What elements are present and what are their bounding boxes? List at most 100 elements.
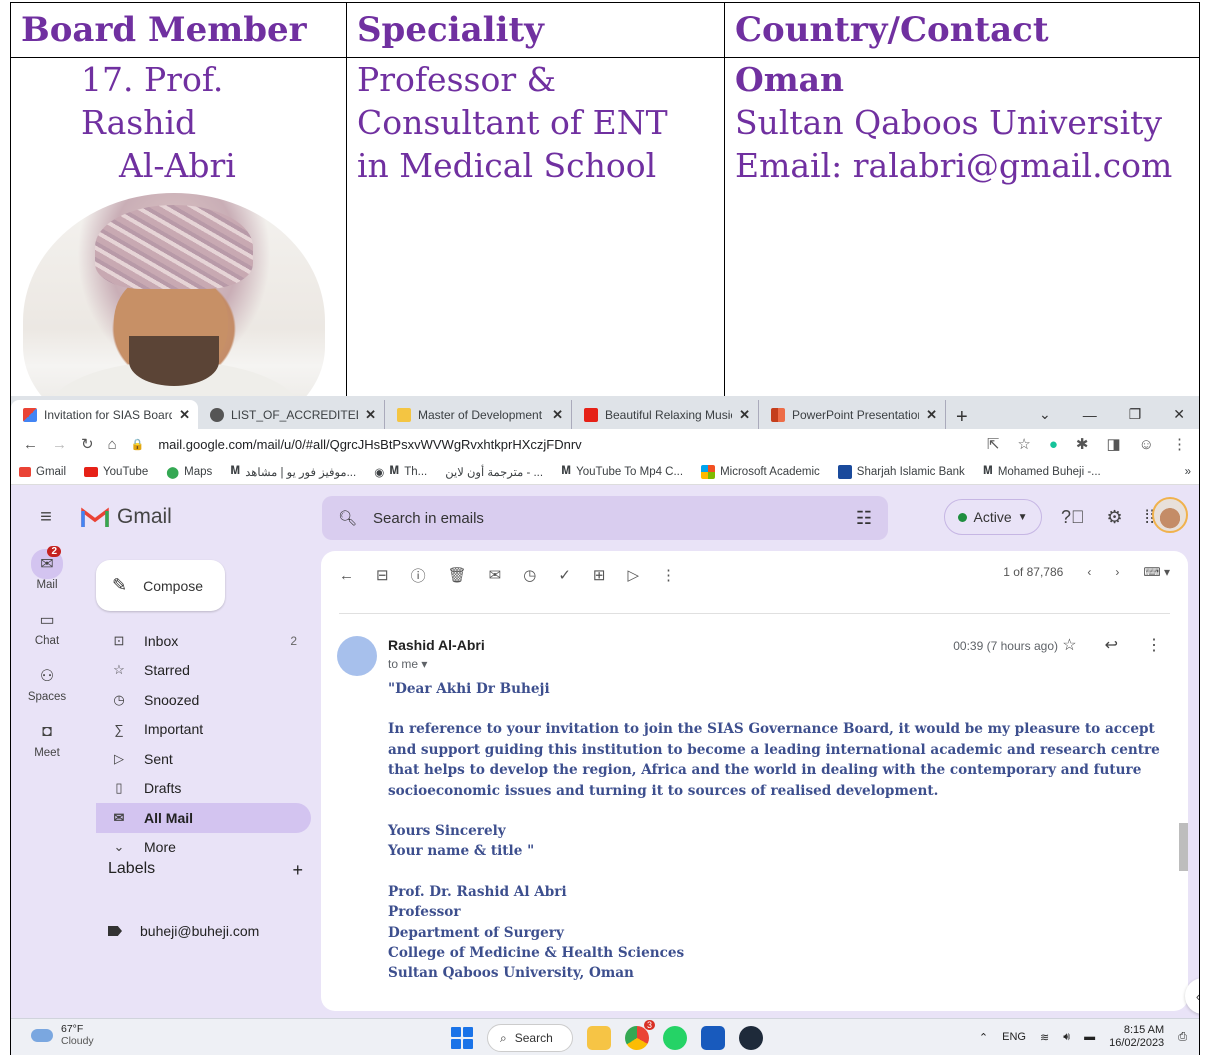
back-icon[interactable]: ← (23, 436, 38, 453)
taskbar-search[interactable]: ⌕ Search (487, 1024, 573, 1052)
star-icon[interactable]: ☆ (1017, 435, 1030, 453)
new-tab-icon[interactable]: + (946, 406, 978, 429)
chrome-icon[interactable]: 3 (625, 1020, 655, 1050)
rail-spaces[interactable]: ⚇ Spaces (11, 661, 83, 703)
bookmark-sib[interactable]: Sharjah Islamic Bank (837, 464, 965, 479)
bookmark-th[interactable]: ◉ 𝐌 Th... (374, 465, 427, 479)
profile-icon[interactable]: ☺ (1139, 436, 1154, 453)
volume-icon[interactable]: 🔊︎ (1063, 1031, 1070, 1044)
bookmark-movies[interactable]: 𝐌 موفيز فور يو | مشاهد... (230, 465, 356, 479)
tab-master[interactable]: Master of Development S ✕ (385, 400, 572, 429)
keyboard-icon[interactable]: ⌨ ▾ (1143, 565, 1170, 579)
account-avatar[interactable] (1152, 497, 1188, 533)
tab-accredited[interactable]: LIST_OF_ACCREDITED_AC ✕ (198, 400, 385, 429)
media-player-icon[interactable] (739, 1026, 763, 1050)
status-selector[interactable]: Active ▼ (944, 499, 1042, 535)
bookmark-ms-academic[interactable]: Microsoft Academic (701, 464, 820, 479)
nav-snoozed[interactable]: ◷ Snoozed (96, 685, 311, 715)
close-icon[interactable]: ✕ (179, 407, 190, 423)
bookmark-maps[interactable]: ⬤ Maps (166, 465, 212, 479)
nav-sent[interactable]: ▷ Sent (96, 744, 311, 774)
search-icon[interactable]: 🔍︎ (338, 509, 357, 527)
report-spam-icon[interactable]: ⓘ (411, 565, 426, 586)
bookmark-yt-mp4[interactable]: 𝐌 YouTube To Mp4 C... (561, 465, 683, 478)
snooze-icon[interactable]: ◷ (523, 566, 536, 584)
search-bar[interactable]: 🔍︎ Search in emails ☷ (322, 496, 888, 540)
reply-icon[interactable]: ↩ (1105, 635, 1118, 655)
more-vert-icon[interactable]: ⋮ (661, 566, 676, 584)
extensions-icon[interactable]: ✱ (1076, 435, 1089, 453)
sidepanel-icon[interactable]: ◨ (1106, 435, 1120, 453)
tab-search-icon[interactable]: ⌄ (1039, 406, 1051, 423)
minimize-icon[interactable]: — (1083, 407, 1097, 423)
share-icon[interactable]: ⇱ (987, 435, 1000, 453)
close-icon[interactable]: ✕ (365, 407, 376, 423)
word-icon[interactable] (701, 1026, 725, 1050)
add-label-icon[interactable]: + (292, 860, 303, 881)
search-input[interactable]: Search in emails (373, 510, 484, 527)
compose-button[interactable]: ✎ Compose (96, 560, 225, 611)
clock[interactable]: 8:15 AM 16/02/2023 (1109, 1024, 1164, 1050)
trash-icon[interactable]: 🗑︎ (448, 566, 467, 584)
nav-all-mail[interactable]: ✉ All Mail (96, 803, 311, 833)
url-bar[interactable]: mail.google.com/mail/u/0/#all/QgrcJHsBtP… (158, 437, 581, 452)
file-explorer-icon[interactable] (587, 1026, 611, 1050)
bookmark-youtube[interactable]: YouTube (84, 466, 148, 478)
forward-icon[interactable]: → (52, 436, 67, 453)
nav-inbox[interactable]: ⊡ Inbox 2 (96, 626, 311, 656)
hamburger-menu-icon[interactable]: ≡ (11, 506, 81, 529)
bookmark-buheji[interactable]: 𝐌 Mohamed Buheji -... (983, 465, 1101, 478)
close-window-icon[interactable]: ✕ (1173, 406, 1185, 423)
more-vert-icon[interactable]: ⋮ (1146, 635, 1162, 655)
label-icon[interactable]: ▷ (627, 566, 639, 584)
nav-important[interactable]: ∑ Important (96, 715, 311, 745)
more-bookmarks-icon[interactable]: » (1185, 466, 1191, 478)
add-task-icon[interactable]: ✓ (558, 566, 571, 584)
rail-meet[interactable]: ◘ Meet (11, 717, 83, 759)
nav-starred[interactable]: ☆ Starred (96, 656, 311, 686)
weather-widget[interactable]: 67°F Cloudy (31, 1023, 94, 1047)
mark-unread-icon[interactable]: ✉ (489, 566, 502, 584)
nav-drafts[interactable]: ▯ Drafts (96, 774, 311, 804)
archive-icon[interactable]: ⊟ (376, 566, 389, 584)
tab-gmail[interactable]: Invitation for SIAS Board ✕ (11, 400, 198, 429)
recipient-details[interactable]: to me ▾ (388, 657, 427, 671)
help-icon[interactable]: ?⃝ (1061, 507, 1085, 528)
reload-icon[interactable]: ↻ (81, 435, 94, 453)
menu-dots-icon[interactable]: ⋮ (1172, 435, 1187, 453)
notification-icon[interactable]: ⎙ (1178, 1031, 1187, 1044)
bookmark-gmail[interactable]: Gmail (19, 466, 66, 478)
close-icon[interactable]: ✕ (552, 407, 563, 423)
sender-avatar[interactable] (337, 636, 377, 676)
prev-icon[interactable]: ‹ (1087, 565, 1091, 579)
sender-name[interactable]: Rashid Al-Abri (388, 637, 485, 653)
home-icon[interactable]: ⌂ (108, 436, 117, 453)
restore-icon[interactable]: ❐ (1129, 406, 1142, 423)
whatsapp-icon[interactable] (663, 1026, 687, 1050)
search-options-icon[interactable]: ☷ (856, 508, 872, 529)
rail-chat[interactable]: ▭ Chat (11, 605, 83, 647)
bookmark-translated[interactable]: مترجمة أون لاين - ... (445, 465, 543, 479)
close-icon[interactable]: ✕ (926, 407, 937, 423)
back-arrow-icon[interactable]: ← (339, 567, 354, 584)
move-to-icon[interactable]: ⊞ (593, 566, 606, 584)
close-icon[interactable]: ✕ (739, 407, 750, 423)
language-indicator[interactable]: ENG (1002, 1031, 1026, 1043)
tab-powerpoint[interactable]: PowerPoint Presentation ✕ (759, 400, 946, 429)
rail-mail[interactable]: ✉ 2 Mail (11, 546, 83, 591)
tab-music[interactable]: Beautiful Relaxing Music ✕ (572, 400, 759, 429)
star-icon[interactable]: ☆ (1062, 635, 1076, 655)
windows-start-icon[interactable] (451, 1027, 473, 1049)
nav-more[interactable]: ⌄ More (96, 833, 311, 863)
chevron-up-icon[interactable]: ⌃ (979, 1031, 988, 1044)
gear-icon[interactable]: ⚙ (1107, 507, 1123, 528)
next-icon[interactable]: › (1115, 565, 1119, 579)
label-buheji[interactable]: buheji@buheji.com (108, 923, 259, 939)
country: Oman (735, 60, 845, 99)
wifi-icon[interactable]: ≋ (1040, 1031, 1049, 1044)
mail-nav: ⊡ Inbox 2 ☆ Starred ◷ Snoozed ∑ Important ▷ Se… (96, 626, 311, 862)
battery-icon[interactable]: ▬ (1084, 1031, 1095, 1043)
grammarly-icon[interactable]: ● (1049, 436, 1058, 453)
scrollbar-thumb[interactable] (1179, 823, 1188, 871)
gmail-logo[interactable]: Gmail (81, 505, 321, 529)
